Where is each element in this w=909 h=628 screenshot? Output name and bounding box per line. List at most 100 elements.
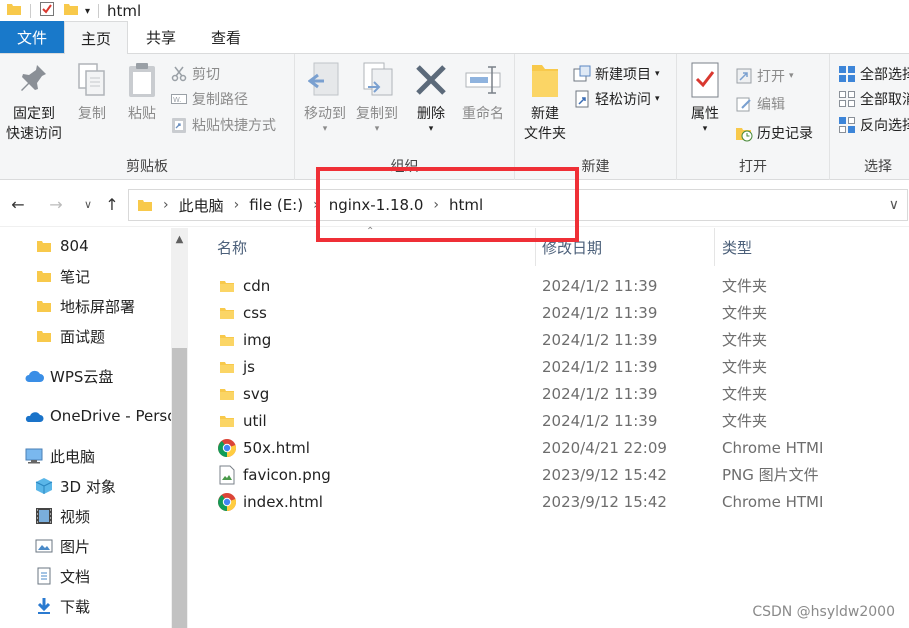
file-name[interactable]: svg: [243, 380, 269, 407]
clipboard-group: 固定到 快速访问 复制 粘贴 剪切 W. 复制路径 粘贴快捷方式 剪贴板: [0, 54, 295, 180]
new-folder-quick-icon[interactable]: [63, 1, 79, 21]
move-to-icon: [305, 58, 345, 102]
address-history-chevron-icon[interactable]: ∨: [889, 197, 899, 213]
file-name[interactable]: js: [243, 353, 255, 380]
sidebar-item-onedrive[interactable]: OneDrive - Personal: [24, 401, 171, 431]
open-group-label: 打开: [739, 159, 767, 175]
edit-button[interactable]: 编辑: [735, 92, 785, 116]
file-name[interactable]: 50x.html: [243, 434, 310, 461]
delete-button[interactable]: 删除 ▾: [407, 58, 455, 134]
open-group: 属性 ▾ 打开 ▾ 编辑 历史记录 打开: [677, 54, 830, 180]
new-item-dropdown-icon: ▾: [655, 69, 660, 79]
file-name[interactable]: index.html: [243, 488, 323, 515]
file-date: 2024/1/2 11:39: [542, 276, 658, 295]
sidebar-item-label: 此电脑: [50, 447, 96, 466]
file-row[interactable]: util 2024/1/2 11:39 文件夹: [190, 407, 909, 434]
up-arrow-icon[interactable]: ↑: [102, 194, 122, 214]
properties-checkbox-icon[interactable]: [39, 1, 55, 21]
new-folder-button[interactable]: 新建 文件夹: [517, 58, 573, 144]
select-none-button[interactable]: 全部取消: [838, 87, 909, 111]
folder-icon[interactable]: [6, 1, 22, 21]
file-row[interactable]: img 2024/1/2 11:39 文件夹: [190, 326, 909, 353]
file-name[interactable]: util: [243, 407, 267, 434]
easy-access-button[interactable]: 轻松访问 ▾: [573, 87, 660, 111]
folder-icon: [217, 276, 237, 296]
copy-button[interactable]: 复制: [70, 58, 114, 124]
cut-button[interactable]: 剪切: [170, 62, 220, 86]
properties-dropdown-icon: ▾: [702, 124, 708, 134]
sidebar-item-interview[interactable]: 面试题: [34, 321, 105, 351]
file-row[interactable]: favicon.png 2023/9/12 15:42 PNG 图片文件: [190, 461, 909, 488]
copy-path-label: 复制路径: [192, 92, 248, 108]
forward-arrow-icon[interactable]: →: [46, 194, 66, 214]
sidebar-item-this-pc[interactable]: 此电脑: [24, 441, 95, 471]
file-row[interactable]: cdn 2024/1/2 11:39 文件夹: [190, 272, 909, 299]
select-group: 全部选择 全部取消 反向选择 选择: [830, 54, 909, 180]
new-folder-label-2: 文件夹: [524, 126, 566, 142]
sidebar-item-downloads[interactable]: 下载: [34, 591, 90, 621]
chrome-icon: [217, 438, 237, 458]
file-name[interactable]: img: [243, 326, 271, 353]
copy-to-button[interactable]: 复制到 ▾: [351, 58, 403, 134]
file-row[interactable]: index.html 2023/9/12 15:42 Chrome HTML: [190, 488, 909, 515]
rename-icon: [463, 58, 503, 102]
pin-quick-access-button[interactable]: 固定到 快速访问: [2, 58, 66, 144]
file-row[interactable]: svg 2024/1/2 11:39 文件夹: [190, 380, 909, 407]
sidebar-item-804[interactable]: 804: [34, 231, 89, 261]
paste-icon: [122, 58, 162, 102]
file-date: 2023/9/12 15:42: [542, 465, 667, 484]
sidebar-item-pictures[interactable]: 图片: [34, 531, 90, 561]
file-name[interactable]: css: [243, 299, 267, 326]
properties-button[interactable]: 属性 ▾: [683, 58, 727, 134]
column-divider[interactable]: [714, 228, 715, 266]
file-name[interactable]: favicon.png: [243, 461, 331, 488]
file-row[interactable]: css 2024/1/2 11:39 文件夹: [190, 299, 909, 326]
sidebar-item-label: 804: [60, 237, 89, 255]
highlight-box: [316, 167, 579, 242]
sidebar-item-wps-cloud[interactable]: WPS云盘: [24, 361, 113, 391]
separator: [98, 4, 100, 18]
history-button[interactable]: 历史记录: [735, 121, 813, 145]
folder-icon: [217, 411, 237, 431]
paste-shortcut-button[interactable]: 粘贴快捷方式: [170, 113, 276, 137]
sidebar-item-notes[interactable]: 笔记: [34, 261, 90, 291]
customize-dropdown-icon[interactable]: ▾: [85, 6, 90, 17]
breadcrumb-drive-e[interactable]: file (E:): [245, 196, 307, 214]
file-name[interactable]: cdn: [243, 272, 270, 299]
scroll-up-arrow-icon[interactable]: ▲: [171, 230, 188, 250]
column-header-type[interactable]: 类型: [722, 228, 842, 266]
select-all-button[interactable]: 全部选择: [838, 62, 909, 86]
copy-to-label: 复制到: [356, 106, 398, 122]
scrollbar-thumb[interactable]: [172, 348, 187, 628]
rename-button[interactable]: 重命名: [455, 58, 511, 124]
sidebar-item-documents[interactable]: 文档: [34, 561, 90, 591]
file-row[interactable]: 50x.html 2020/4/21 22:09 Chrome HTML: [190, 434, 909, 461]
copy-path-button[interactable]: W. 复制路径: [170, 87, 248, 111]
new-item-button[interactable]: 新建项目 ▾: [573, 62, 660, 86]
address-folder-icon: [137, 197, 153, 213]
tab-share[interactable]: 共享: [128, 21, 194, 53]
organize-group: 移动到 ▾ 复制到 ▾ 删除 ▾ 重命名 组织: [295, 54, 515, 180]
file-row[interactable]: js 2024/1/2 11:39 文件夹: [190, 353, 909, 380]
invert-selection-button[interactable]: 反向选择: [838, 113, 909, 137]
paste-label: 粘贴: [128, 106, 156, 122]
move-to-button[interactable]: 移动到 ▾: [299, 58, 351, 134]
open-button[interactable]: 打开 ▾: [735, 64, 794, 88]
sidebar-item-deployment[interactable]: 地标屏部署: [34, 291, 135, 321]
invert-selection-label: 反向选择: [860, 118, 909, 134]
paste-button[interactable]: 粘贴: [120, 58, 164, 124]
breadcrumb-separator-icon[interactable]: ›: [228, 197, 246, 213]
tab-view[interactable]: 查看: [194, 21, 258, 53]
recent-locations-chevron-icon[interactable]: ∨: [78, 194, 98, 214]
tab-file[interactable]: 文件: [0, 21, 64, 53]
copy-path-icon: W.: [170, 90, 188, 108]
sidebar-item-label: 图片: [60, 537, 91, 556]
tab-home[interactable]: 主页: [64, 21, 128, 54]
sidebar-scrollbar[interactable]: ▲: [171, 228, 188, 628]
breadcrumb-separator-icon[interactable]: ›: [157, 197, 175, 213]
sidebar-item-3d-objects[interactable]: 3D 对象: [34, 471, 116, 501]
sidebar-item-videos[interactable]: 视频: [34, 501, 90, 531]
file-type: 文件夹: [722, 277, 768, 295]
back-arrow-icon[interactable]: ←: [8, 194, 28, 214]
breadcrumb-this-pc[interactable]: 此电脑: [175, 195, 228, 216]
